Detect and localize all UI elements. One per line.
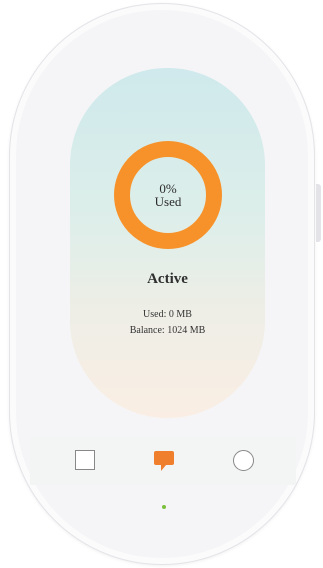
app-stage: 0% Used Active Used: 0 MB Balance: 1024 …: [0, 0, 323, 568]
usage-label: 0% Used: [114, 141, 222, 249]
used-data: Used: 0 MB: [143, 309, 192, 320]
connection-status: Active: [147, 271, 188, 287]
chat-bubble-icon[interactable]: [153, 450, 175, 472]
usage-donut: 0% Used: [114, 141, 222, 249]
page-indicator-dot: [162, 505, 166, 509]
balance-data: Balance: 1024 MB: [129, 325, 206, 336]
chat-bubble-graphic: [154, 451, 174, 471]
usage-screen: 0% Used Active Used: 0 MB Balance: 1024 …: [70, 68, 265, 418]
device-side-button[interactable]: [316, 184, 321, 242]
bottom-nav: [30, 437, 296, 485]
usage-caption: Used: [154, 194, 182, 209]
square-icon[interactable]: [75, 450, 95, 470]
circle-icon[interactable]: [233, 450, 254, 471]
